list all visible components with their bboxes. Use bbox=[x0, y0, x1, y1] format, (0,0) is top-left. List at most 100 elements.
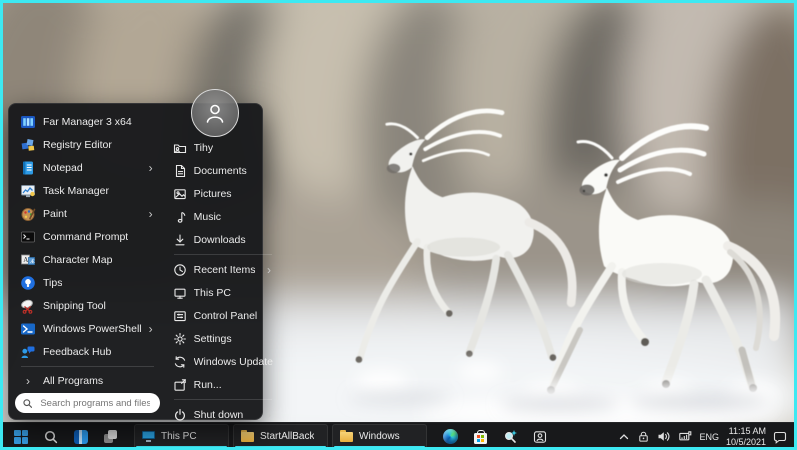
task-view-button[interactable] bbox=[98, 425, 124, 449]
recent-items-icon bbox=[173, 263, 187, 277]
search-icon bbox=[23, 398, 33, 408]
power-icon bbox=[173, 408, 187, 422]
menu-separator bbox=[173, 254, 272, 255]
item-label: Run... bbox=[193, 378, 222, 391]
start-menu-item-paint[interactable]: Paint › bbox=[15, 202, 160, 225]
start-menu-item-recent-items[interactable]: Recent Items › bbox=[168, 258, 278, 281]
submenu-arrow-icon: › bbox=[148, 160, 153, 175]
search-input[interactable] bbox=[38, 396, 152, 410]
taskbar-window-windows-folder[interactable]: Windows bbox=[332, 424, 427, 449]
start-menu-item-settings[interactable]: Settings bbox=[168, 327, 278, 350]
start-menu-item-task-manager[interactable]: Task Manager bbox=[15, 179, 160, 202]
item-label: Windows Update bbox=[193, 355, 273, 368]
start-menu-item-snipping-tool[interactable]: Snipping Tool bbox=[15, 294, 160, 317]
item-label: Settings bbox=[193, 332, 232, 345]
lock-icon[interactable] bbox=[637, 430, 650, 443]
taskbar: This PC StartAllBack Windows ENG 11:15 A… bbox=[0, 422, 797, 450]
item-label: Control Panel bbox=[193, 309, 258, 322]
taskbar-window-startallback[interactable]: StartAllBack bbox=[233, 424, 328, 449]
network-icon[interactable] bbox=[678, 430, 692, 443]
taskbar-clock[interactable]: 11:15 AM 10/5/2021 bbox=[726, 426, 766, 447]
active-window-indicator bbox=[235, 446, 326, 449]
start-menu-item-command-prompt[interactable]: Command Prompt bbox=[15, 225, 160, 248]
item-label: Feedback Hub bbox=[43, 345, 112, 358]
start-search-box[interactable] bbox=[15, 393, 160, 413]
task-manager-icon bbox=[20, 183, 36, 199]
active-window-indicator bbox=[136, 446, 227, 449]
submenu-arrow-icon: › bbox=[267, 407, 271, 422]
user-folder-icon bbox=[173, 141, 187, 155]
magnifier-sparkle-button[interactable] bbox=[497, 425, 523, 449]
tips-icon bbox=[20, 275, 36, 291]
item-label: Registry Editor bbox=[43, 138, 112, 151]
start-menu: Far Manager 3 x64 Registry Editor Notepa… bbox=[8, 89, 273, 421]
people-app-button[interactable] bbox=[527, 425, 553, 449]
folder-icon bbox=[241, 430, 254, 442]
item-label: Music bbox=[193, 210, 222, 223]
windows-update-icon bbox=[173, 355, 187, 369]
start-menu-item-control-panel[interactable]: Control Panel bbox=[168, 304, 278, 327]
start-menu-item-windows-powershell[interactable]: Windows PowerShell › bbox=[15, 317, 160, 340]
tray-chevron-up-icon[interactable] bbox=[618, 431, 630, 443]
windows-logo-icon bbox=[14, 429, 28, 444]
pictures-icon bbox=[173, 187, 187, 201]
submenu-arrow-icon: › bbox=[148, 321, 153, 336]
item-label: This PC bbox=[193, 286, 231, 299]
shutdown-label: Shut down bbox=[193, 408, 244, 421]
item-label: Paint bbox=[43, 207, 67, 220]
start-menu-item-documents[interactable]: Documents bbox=[168, 159, 278, 182]
start-menu-item-notepad[interactable]: Notepad › bbox=[15, 156, 160, 179]
start-menu-item-character-map[interactable]: AÆ Character Map bbox=[15, 248, 160, 271]
monitor-icon bbox=[142, 431, 155, 442]
item-label: Notepad bbox=[43, 161, 83, 174]
start-menu-item-far-manager[interactable]: Far Manager 3 x64 bbox=[15, 110, 160, 133]
run-icon bbox=[173, 378, 187, 392]
taskbar-window-label: StartAllBack bbox=[260, 431, 315, 442]
volume-icon[interactable] bbox=[657, 430, 671, 443]
clock-date: 10/5/2021 bbox=[725, 436, 766, 447]
edge-browser-button[interactable] bbox=[437, 425, 463, 449]
item-label: Tips bbox=[43, 276, 63, 289]
start-menu-item-tips[interactable]: Tips bbox=[15, 271, 160, 294]
desktop: Far Manager 3 x64 Registry Editor Notepa… bbox=[0, 0, 797, 450]
active-window-indicator bbox=[334, 446, 425, 449]
shutdown-group: Shut down › bbox=[168, 396, 278, 426]
search-icon bbox=[44, 430, 58, 443]
microsoft-store-button[interactable] bbox=[467, 425, 493, 449]
start-menu-item-user-folder[interactable]: Tihy bbox=[168, 136, 278, 159]
taskbar-search-button[interactable] bbox=[38, 425, 64, 449]
all-programs-label: All Programs bbox=[43, 375, 104, 387]
item-label: Far Manager 3 x64 bbox=[43, 115, 132, 128]
start-menu-item-downloads[interactable]: Downloads bbox=[168, 228, 278, 251]
task-view-icon bbox=[104, 429, 118, 444]
command-prompt-icon bbox=[20, 229, 36, 245]
start-menu-item-music[interactable]: Music bbox=[168, 205, 278, 228]
taskbar-window-this-pc[interactable]: This PC bbox=[134, 424, 229, 449]
start-menu-item-feedback-hub[interactable]: Feedback Hub bbox=[15, 340, 160, 363]
people-icon bbox=[533, 430, 547, 443]
start-menu-item-registry-editor[interactable]: Registry Editor bbox=[15, 133, 160, 156]
start-button[interactable] bbox=[8, 425, 34, 449]
start-menu-item-this-pc[interactable]: This PC bbox=[168, 281, 278, 304]
control-panel-icon bbox=[173, 309, 187, 323]
all-programs-button[interactable]: › All Programs bbox=[15, 370, 160, 392]
action-center-icon[interactable] bbox=[773, 430, 787, 444]
user-avatar[interactable] bbox=[191, 89, 239, 137]
startallback-taskbar-button[interactable] bbox=[68, 425, 94, 449]
item-label: Character Map bbox=[43, 253, 113, 266]
start-menu-item-run[interactable]: Run... bbox=[168, 373, 278, 396]
item-label: Command Prompt bbox=[43, 230, 129, 243]
start-menu-right-column: Tihy Documents Pictures Music Downloads … bbox=[160, 110, 280, 421]
shutdown-button[interactable]: Shut down › bbox=[168, 403, 278, 426]
menu-separator bbox=[21, 366, 154, 367]
settings-gear-icon bbox=[173, 332, 187, 346]
language-indicator[interactable]: ENG bbox=[699, 432, 719, 442]
start-menu-item-pictures[interactable]: Pictures bbox=[168, 182, 278, 205]
svg-text:A: A bbox=[23, 256, 28, 264]
item-label: Pictures bbox=[193, 187, 232, 200]
start-menu-item-windows-update[interactable]: Windows Update bbox=[168, 350, 278, 373]
item-label: Documents bbox=[193, 164, 247, 177]
person-icon bbox=[206, 104, 224, 123]
taskbar-window-label: This PC bbox=[161, 431, 197, 442]
item-label: Recent Items bbox=[193, 263, 256, 276]
